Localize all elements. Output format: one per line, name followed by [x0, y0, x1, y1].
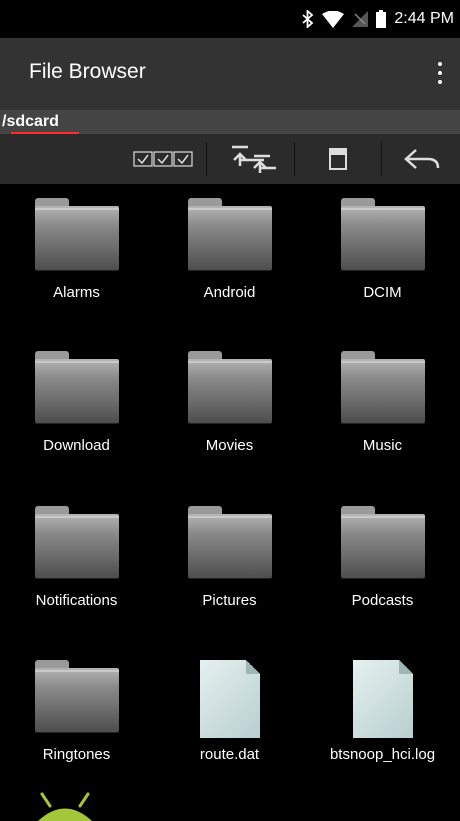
current-path[interactable]: /sdcard [2, 113, 59, 131]
file-icon [341, 660, 425, 738]
app-title: File Browser [29, 60, 146, 83]
folder-item-android[interactable]: Android [153, 184, 306, 337]
folder-icon [35, 351, 119, 423]
up-directory-button[interactable] [208, 134, 292, 184]
item-label: Download [43, 437, 110, 454]
toolbar [0, 134, 460, 184]
folder-icon [188, 351, 272, 423]
folder-icon [35, 660, 119, 732]
bluetooth-icon [302, 10, 314, 28]
save-button[interactable] [296, 134, 380, 184]
wifi-icon [322, 10, 345, 28]
folder-icon [35, 198, 119, 270]
file-item-btsnoop-hci-log[interactable]: btsnoop_hci.log [306, 646, 459, 799]
folder-item-movies[interactable]: Movies [153, 337, 306, 490]
status-bar: 2:44 PM [0, 0, 460, 38]
item-label: Android [203, 284, 256, 301]
item-label: Movies [205, 437, 254, 454]
folder-item-podcasts[interactable]: Podcasts [306, 492, 459, 645]
item-label: Podcasts [351, 592, 414, 609]
status-time: 2:44 PM [394, 10, 454, 27]
up-directory-icon [232, 145, 276, 173]
item-label: btsnoop_hci.log [329, 746, 436, 763]
save-icon [329, 148, 347, 170]
item-label: Ringtones [42, 746, 111, 763]
folder-item-dcim[interactable]: DCIM [306, 184, 459, 337]
folder-item-ringtones[interactable]: Ringtones [0, 646, 153, 799]
item-label: route.dat [199, 746, 260, 763]
android-apk-icon[interactable] [30, 790, 100, 821]
no-signal-icon [352, 11, 369, 27]
item-label: DCIM [363, 284, 402, 301]
multi-select-icon [133, 151, 193, 167]
path-bar: /sdcard [0, 110, 460, 134]
battery-icon [376, 10, 387, 28]
status-icons: 2:44 PM [302, 8, 454, 30]
folder-icon [188, 506, 272, 578]
item-label: Music [362, 437, 403, 454]
folder-icon [341, 198, 425, 270]
folder-icon [188, 198, 272, 270]
file-icon [188, 660, 272, 738]
back-icon [403, 149, 439, 169]
toolbar-divider [381, 142, 382, 176]
folder-item-download[interactable]: Download [0, 337, 153, 490]
file-item-route-dat[interactable]: route.dat [153, 646, 306, 799]
folder-icon [35, 506, 119, 578]
item-label: Notifications [35, 592, 118, 609]
folder-item-pictures[interactable]: Pictures [153, 492, 306, 645]
item-label: Alarms [53, 284, 100, 301]
item-label: Pictures [202, 592, 257, 609]
folder-item-music[interactable]: Music [306, 337, 459, 490]
overflow-menu-icon[interactable] [430, 56, 450, 90]
toolbar-divider [294, 142, 295, 176]
back-button[interactable] [383, 134, 460, 184]
folder-item-notifications[interactable]: Notifications [0, 492, 153, 645]
folder-item-alarms[interactable]: Alarms [0, 184, 153, 337]
folder-icon [341, 506, 425, 578]
folder-icon [341, 351, 425, 423]
multi-select-button[interactable] [122, 134, 204, 184]
toolbar-divider [206, 142, 207, 176]
app-bar: File Browser [0, 38, 460, 110]
